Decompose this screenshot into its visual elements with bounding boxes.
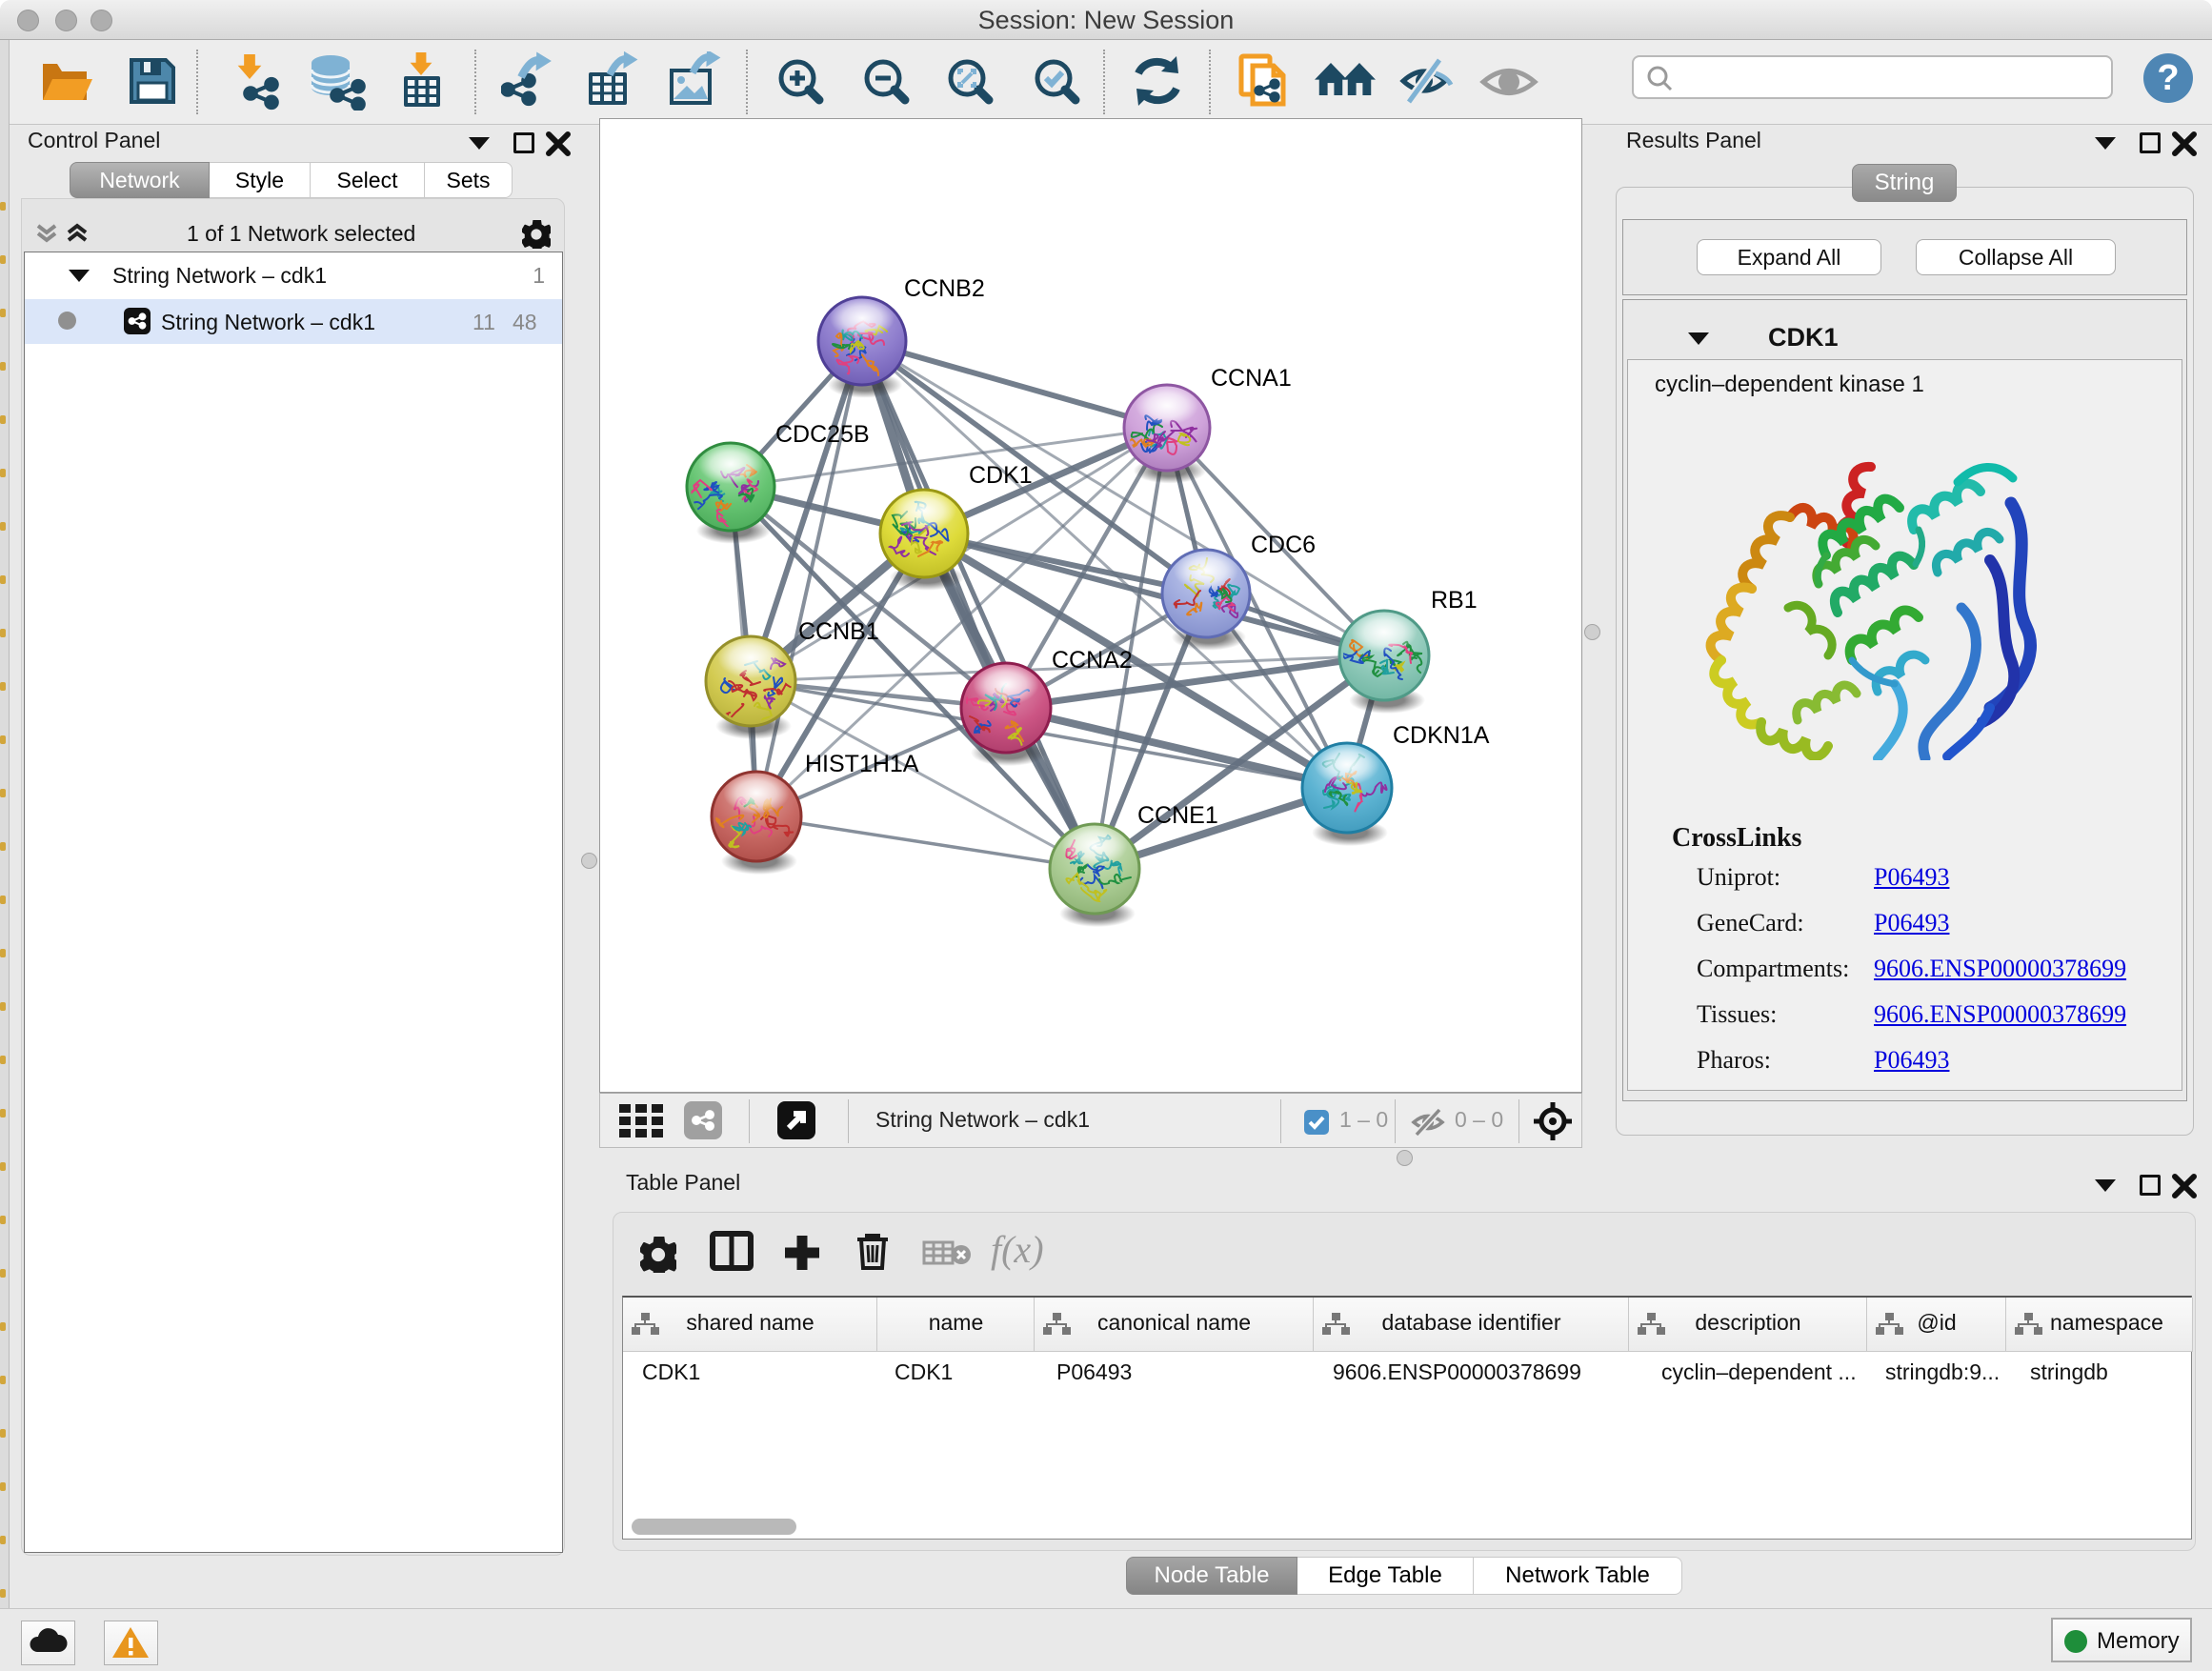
svg-text:CDK1: CDK1 xyxy=(969,462,1033,489)
svg-text:CDC6: CDC6 xyxy=(1251,532,1316,558)
svg-text:CCNA2: CCNA2 xyxy=(1052,647,1133,674)
svg-text:RB1: RB1 xyxy=(1431,587,1478,614)
svg-text:CDC25B: CDC25B xyxy=(775,421,870,448)
svg-text:CCNB1: CCNB1 xyxy=(798,618,879,645)
svg-text:CCNA1: CCNA1 xyxy=(1211,365,1292,392)
svg-text:CCNB2: CCNB2 xyxy=(904,275,985,302)
svg-text:CCNE1: CCNE1 xyxy=(1137,802,1218,829)
svg-text:CDKN1A: CDKN1A xyxy=(1393,722,1490,749)
svg-text:HIST1H1A: HIST1H1A xyxy=(805,751,919,777)
